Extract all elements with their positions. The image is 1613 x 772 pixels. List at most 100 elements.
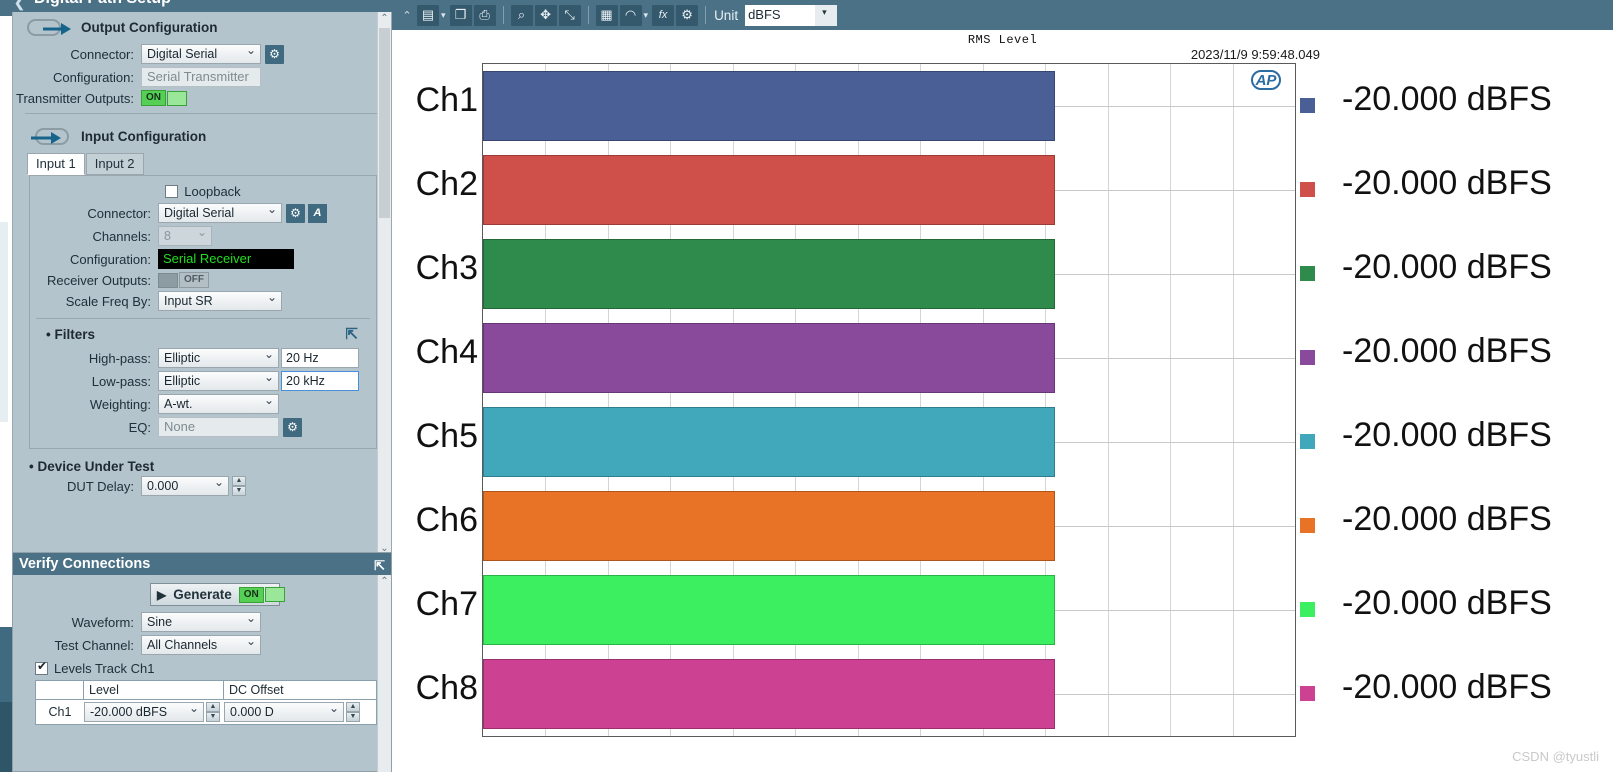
- output-connector-select[interactable]: Digital Serial: [141, 44, 261, 64]
- input-tabs: Input 1 Input 2: [13, 153, 391, 175]
- transmitter-outputs-label: Transmitter Outputs:: [16, 90, 134, 106]
- levels-table: Level DC Offset Ch1 -20.000 dBFS ▲▼ 0.00…: [35, 680, 377, 725]
- copy-icon[interactable]: ❐: [449, 4, 472, 26]
- chart-bar[interactable]: [483, 71, 1055, 141]
- highpass-row: High-pass: Elliptic 20 Hz: [30, 348, 376, 368]
- scroll-up-icon[interactable]: ⌃: [378, 575, 391, 589]
- chart-bar[interactable]: [483, 155, 1055, 225]
- lowpass-type-select[interactable]: Elliptic: [158, 371, 279, 391]
- scroll-up-icon[interactable]: ⌃: [378, 12, 391, 26]
- weighting-select[interactable]: A-wt.: [158, 394, 279, 414]
- loopback-checkbox[interactable]: [165, 185, 179, 198]
- test-channel-select[interactable]: All Channels: [141, 635, 261, 655]
- loopback-label: Loopback: [184, 184, 241, 199]
- test-channel-row: Test Channel: All Channels: [13, 635, 391, 655]
- scrollbar-thumb[interactable]: [379, 28, 390, 218]
- chart-bar[interactable]: [483, 491, 1055, 561]
- weighting-row: Weighting: A-wt.: [30, 394, 376, 414]
- chevron-up-icon[interactable]: ⌃: [398, 9, 416, 22]
- row-dcoffset-select[interactable]: 0.000 D: [224, 702, 344, 722]
- table-row: Ch1 -20.000 dBFS ▲▼ 0.000 D ▲▼: [36, 700, 376, 724]
- test-channel-label: Test Channel:: [54, 637, 135, 653]
- toolbar-separator: [705, 6, 707, 24]
- levels-track-label: Levels Track Ch1: [54, 661, 155, 676]
- function-icon[interactable]: fx: [652, 4, 675, 26]
- legend-value: -20.000 dBFS: [1342, 80, 1552, 118]
- chart-bar[interactable]: [483, 323, 1055, 393]
- chart-category-label: Ch8: [415, 669, 478, 707]
- dut-delay-spinner[interactable]: ▲ ▼: [232, 476, 246, 496]
- row-level-select[interactable]: -20.000 dBFS: [84, 702, 204, 722]
- legend-value: -20.000 dBFS: [1342, 668, 1552, 706]
- chevron-down-icon[interactable]: ▾: [644, 10, 649, 21]
- output-configuration-value: Serial Transmitter: [141, 67, 261, 87]
- levels-track-row: Levels Track Ch1: [13, 659, 391, 676]
- chart-bar[interactable]: [483, 575, 1055, 645]
- input-configuration-row: Configuration: Serial Receiver: [30, 249, 376, 269]
- edge-tab-secondary[interactable]: [0, 627, 12, 702]
- row-level-spinner[interactable]: ▲ ▼: [206, 702, 220, 722]
- generate-button[interactable]: ▶ Generate ON: [150, 583, 285, 606]
- highpass-frequency-input[interactable]: 20 Hz: [281, 348, 359, 368]
- toggle-knob: [158, 272, 178, 288]
- graph-icon[interactable]: ◠: [619, 4, 642, 26]
- tab-input-2[interactable]: Input 2: [85, 153, 144, 175]
- legend-swatch: [1300, 182, 1315, 197]
- chart-bar[interactable]: [483, 239, 1055, 309]
- text-format-icon[interactable]: A: [308, 203, 327, 223]
- collapse-icon[interactable]: ⇱: [345, 325, 358, 343]
- eq-row: EQ: None ⚙: [30, 417, 376, 437]
- chart-bar[interactable]: [483, 659, 1055, 729]
- table-icon[interactable]: ▦: [595, 4, 618, 26]
- chart-vgrid-line: [1170, 64, 1171, 736]
- input-configuration-title: Input Configuration: [81, 129, 207, 144]
- levels-track-checkbox[interactable]: [35, 659, 48, 675]
- panel-scrollbar[interactable]: ⌃ ⌄: [377, 12, 391, 556]
- lowpass-frequency-input[interactable]: 20 kHz: [281, 371, 359, 391]
- weighting-label: Weighting:: [89, 396, 151, 412]
- save-icon[interactable]: ▤: [417, 4, 439, 26]
- transmitter-outputs-toggle[interactable]: ON: [141, 90, 187, 106]
- digital-path-setup-panel: Output Configuration Connector: Digital …: [12, 12, 392, 556]
- print-icon[interactable]: ⎙: [473, 4, 496, 26]
- gear-icon[interactable]: ⚙: [286, 203, 305, 223]
- row-dcoffset-spinner[interactable]: ▲ ▼: [346, 702, 360, 722]
- unit-dropdown-arrow[interactable]: [815, 4, 838, 26]
- scale-freq-select[interactable]: Input SR: [158, 291, 282, 311]
- receiver-outputs-label: Receiver Outputs:: [46, 272, 151, 288]
- zoom-icon[interactable]: ⌕: [510, 4, 533, 26]
- generate-toggle[interactable]: ON: [238, 586, 285, 603]
- back-chevron-icon[interactable]: ❮: [14, 0, 25, 11]
- verify-scrollbar[interactable]: ⌃: [377, 575, 391, 772]
- edge-tab-handle[interactable]: [0, 222, 8, 422]
- transmitter-outputs-state: ON: [141, 90, 166, 106]
- legend-value: -20.000 dBFS: [1342, 500, 1552, 538]
- chart-category-label: Ch3: [415, 249, 478, 287]
- chevron-down-icon[interactable]: ▾: [441, 10, 446, 21]
- tab-input-1[interactable]: Input 1: [27, 153, 85, 175]
- input-channels-row: Channels: 8: [30, 226, 376, 246]
- settings-gear-icon[interactable]: ⚙: [676, 4, 699, 26]
- waveform-select[interactable]: Sine: [141, 612, 261, 632]
- receiver-outputs-toggle[interactable]: OFF: [158, 272, 209, 288]
- legend-swatch: [1300, 98, 1315, 113]
- pan-icon[interactable]: ✥: [534, 4, 557, 26]
- watermark: CSDN @tyustli: [1512, 749, 1599, 764]
- dut-delay-select[interactable]: 0.000: [141, 476, 229, 496]
- dut-delay-label: DUT Delay:: [67, 478, 134, 494]
- scale-freq-row: Scale Freq By: Input SR: [30, 291, 376, 311]
- edge-tab-tertiary[interactable]: [0, 702, 12, 772]
- waveform-label: Waveform:: [71, 614, 134, 630]
- input-connector-select[interactable]: Digital Serial: [158, 203, 282, 223]
- gear-icon[interactable]: ⚙: [265, 44, 284, 64]
- chart-bar[interactable]: [483, 407, 1055, 477]
- chart-area: ⌃ ▤ ▾ ❐ ⎙ ⌕ ✥ ⤡ ▦ ◠ ▾ fx ⚙ Unit dBFS RMS…: [392, 0, 1613, 772]
- chart-plot-area[interactable]: AP: [482, 63, 1296, 737]
- transmitter-outputs-row: Transmitter Outputs: ON: [13, 90, 391, 106]
- fit-icon[interactable]: ⤡: [558, 4, 581, 26]
- gear-icon[interactable]: ⚙: [283, 417, 302, 437]
- unit-select[interactable]: dBFS: [745, 4, 816, 26]
- popout-icon[interactable]: ⇱: [374, 555, 385, 577]
- eq-label: EQ:: [128, 419, 151, 435]
- highpass-type-select[interactable]: Elliptic: [158, 348, 279, 368]
